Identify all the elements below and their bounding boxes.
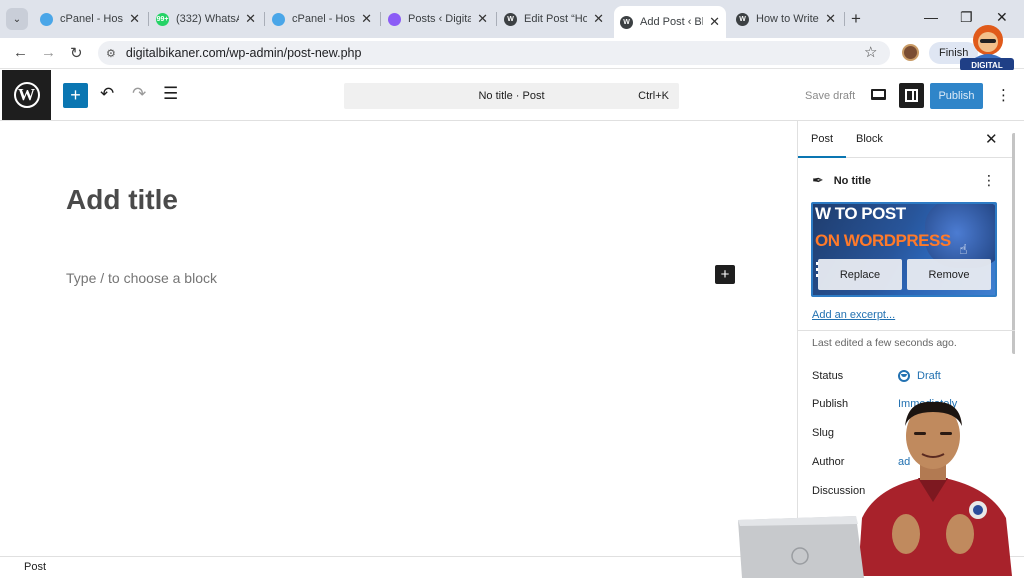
browser-tab[interactable]: W Edit Post “Ho ✕ <box>498 6 610 32</box>
draft-status-icon <box>898 370 910 382</box>
inline-add-block-button[interactable]: + <box>715 265 735 284</box>
author-label: Author <box>812 456 845 468</box>
status-value-button[interactable]: Draft <box>898 370 941 382</box>
replace-image-button[interactable]: Replace <box>818 259 902 290</box>
slug-label: Slug <box>812 427 835 439</box>
back-icon[interactable]: ← <box>13 44 28 61</box>
tab-block[interactable]: Block <box>856 133 883 145</box>
close-tab-icon[interactable]: ✕ <box>361 11 372 27</box>
document-actions-kebab-icon[interactable]: ⋮ <box>982 172 996 189</box>
last-edited-text: Last edited a few seconds ago. <box>812 337 957 349</box>
browser-tab-active[interactable]: W Add Post ‹ Blo ✕ <box>614 6 726 38</box>
document-card-title: ✒ No title <box>812 172 872 188</box>
close-tab-icon[interactable]: ✕ <box>593 11 604 27</box>
status-label: Status <box>812 370 844 382</box>
editor-canvas: Add title Type / to choose a block + <box>0 121 797 556</box>
publish-date-label: Publish <box>812 398 849 410</box>
tab-search-chevron-icon[interactable]: ⌄ <box>6 8 28 30</box>
browser-tab[interactable]: W How to Write ✕ <box>730 6 842 32</box>
sidebar-tabs: Post Block ✕ <box>798 121 1015 158</box>
new-tab-button[interactable]: + <box>851 9 861 29</box>
url-field[interactable]: ⚙ digitalbikaner.com/wp-admin/post-new.p… <box>98 41 890 65</box>
wordpress-icon: W <box>736 12 749 26</box>
close-sidebar-icon[interactable]: ✕ <box>985 130 998 148</box>
browser-tab[interactable]: Posts ‹ Digital ✕ <box>382 6 494 32</box>
minimize-icon[interactable]: — <box>924 9 938 25</box>
close-tab-icon[interactable]: ✕ <box>825 11 836 27</box>
channel-logo: DIGITAL <box>960 25 1014 71</box>
reload-icon[interactable]: ↻ <box>70 44 83 62</box>
whatsapp-icon: 99+ <box>156 12 169 26</box>
profile-avatar[interactable] <box>902 44 919 61</box>
post-title-input[interactable]: Add title <box>66 184 178 216</box>
block-appender[interactable]: Type / to choose a block <box>66 270 217 286</box>
close-tab-icon[interactable]: ✕ <box>245 11 256 27</box>
presenter-webcam-overlay <box>858 401 1012 576</box>
block-inserter-button[interactable]: + <box>63 83 88 108</box>
remove-image-button[interactable]: Remove <box>907 259 991 290</box>
cpanel-icon <box>272 12 285 26</box>
cpanel-icon <box>40 12 53 26</box>
settings-sidebar-toggle[interactable] <box>899 83 924 108</box>
document-overview-icon[interactable]: ☰ <box>163 84 178 104</box>
svg-text:DIGITAL: DIGITAL <box>971 61 1003 70</box>
bookmark-star-icon[interactable]: ☆ <box>864 43 877 61</box>
add-excerpt-link[interactable]: Add an excerpt... <box>812 309 895 321</box>
hand-cursor-icon: ☝ <box>959 241 968 257</box>
featured-image-text: W TO POST <box>815 204 906 223</box>
wordpress-pin-icon <box>388 12 401 26</box>
document-title-label: No title · Post <box>478 90 545 102</box>
forward-icon[interactable]: → <box>41 44 56 61</box>
wordpress-logo-icon: W <box>13 82 40 108</box>
save-draft-button[interactable]: Save draft <box>805 90 855 102</box>
browser-tab[interactable]: 99+ (332) WhatsAp ✕ <box>150 6 262 32</box>
shortcut-label: Ctrl+K <box>638 90 669 102</box>
sidebar-icon <box>905 89 918 102</box>
featured-image[interactable]: W TO POST ON WORDPRESS Replace Remove ☝ <box>811 202 997 297</box>
undo-icon[interactable]: ↶ <box>100 84 114 104</box>
publish-button[interactable]: Publish <box>930 83 983 109</box>
address-bar: ← → ↻ ⚙ digitalbikaner.com/wp-admin/post… <box>0 38 1024 69</box>
browser-tab[interactable]: cPanel - Hosti ✕ <box>34 6 146 32</box>
browser-tab[interactable]: cPanel - Hosti ✕ <box>266 6 378 32</box>
close-tab-icon[interactable]: ✕ <box>129 11 140 27</box>
breadcrumb-post[interactable]: Post <box>24 561 46 573</box>
wordpress-logo-button[interactable]: W <box>2 70 51 120</box>
laptop-overlay <box>738 516 864 578</box>
post-feather-icon: ✒ <box>812 172 824 188</box>
close-tab-icon[interactable]: ✕ <box>477 11 488 27</box>
redo-icon[interactable]: ↷ <box>132 84 146 104</box>
wordpress-icon: W <box>620 15 633 29</box>
site-settings-icon[interactable]: ⚙ <box>106 47 116 60</box>
featured-image-text: ON WORDPRESS <box>815 231 951 250</box>
close-tab-icon[interactable]: ✕ <box>709 14 720 30</box>
browser-tab-strip: ⌄ cPanel - Hosti ✕ 99+ (332) WhatsAp ✕ c… <box>0 0 1024 38</box>
editor-header: W + ↶ ↷ ☰ No title · Post Ctrl+K Save dr… <box>0 70 1024 121</box>
sidebar-scrollbar[interactable] <box>1012 133 1015 354</box>
command-palette-bar[interactable]: No title · Post Ctrl+K <box>344 83 679 109</box>
wordpress-icon: W <box>504 12 517 26</box>
preview-desktop-icon[interactable] <box>871 89 886 100</box>
tab-post[interactable]: Post <box>798 133 847 158</box>
options-kebab-icon[interactable]: ⋮ <box>996 86 1011 104</box>
url-text: digitalbikaner.com/wp-admin/post-new.php <box>125 46 362 60</box>
